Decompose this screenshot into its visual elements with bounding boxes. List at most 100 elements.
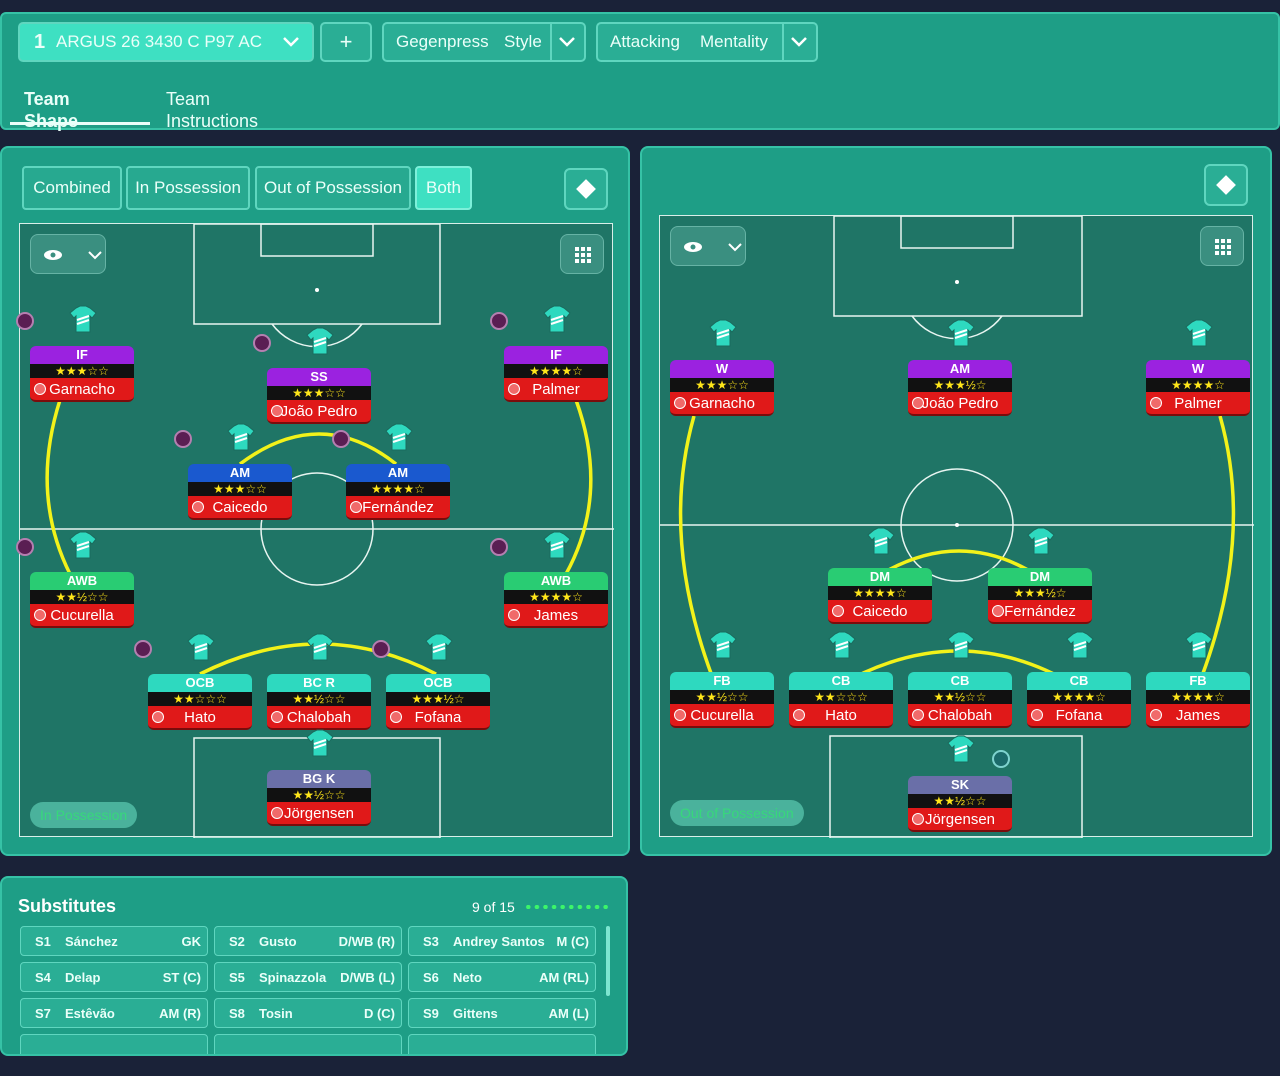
- player-card[interactable]: AM ★★★★☆ Fernández: [332, 423, 450, 520]
- active-tab-underline: [10, 122, 150, 125]
- player-card[interactable]: W ★★★☆☆ Garnacho: [670, 319, 774, 416]
- shirt-icon: [828, 631, 856, 659]
- player-name: Fofana: [1055, 707, 1103, 724]
- player-card[interactable]: IF ★★★☆☆ Garnacho: [16, 305, 134, 402]
- star-rating: ★★½☆☆: [670, 690, 774, 704]
- sub-position: AM (RL): [539, 970, 589, 985]
- tactic-name: ARGUS 26 3430 C P97 AC: [56, 32, 263, 51]
- role-label: FB: [670, 672, 774, 690]
- player-card[interactable]: BG K ★★½☆☆ Jörgensen: [267, 729, 371, 826]
- player-card[interactable]: AWB ★★★★☆ James: [490, 531, 608, 628]
- shirt-icon: [543, 305, 571, 333]
- player-card[interactable]: DM ★★★½☆ Fernández: [988, 527, 1092, 624]
- substitute-row[interactable]: [408, 1034, 596, 1054]
- player-status-icon: [34, 609, 46, 621]
- player-name: Fofana: [414, 709, 462, 726]
- player-card[interactable]: AM ★★★☆☆ Caicedo: [174, 423, 292, 520]
- player-name-bar: Fernández: [346, 496, 450, 520]
- sub-name: Andrey Santos: [453, 934, 545, 949]
- role-label: W: [670, 360, 774, 378]
- status-icon: [174, 430, 192, 448]
- role-label: AM: [908, 360, 1012, 378]
- player-card[interactable]: DM ★★★★☆ Caicedo: [828, 527, 932, 624]
- sub-name: Estêvão: [65, 1006, 115, 1021]
- player-card[interactable]: FB ★★★★☆ James: [1146, 631, 1250, 728]
- player-card[interactable]: CB ★★★★☆ Fofana: [1027, 631, 1131, 728]
- tactic-marker-button[interactable]: [564, 168, 608, 210]
- role-label: DM: [828, 568, 932, 586]
- star-rating: ★★★½☆: [908, 378, 1012, 392]
- player-name-bar: Hato: [789, 704, 893, 728]
- phase-label-in-possession: In Possession: [30, 802, 138, 828]
- substitute-row[interactable]: [214, 1034, 402, 1054]
- substitute-row[interactable]: S2 Gusto D/WB (R): [214, 926, 402, 956]
- visibility-toggle[interactable]: [30, 234, 106, 274]
- player-card[interactable]: OCB ★★☆☆☆ Hato: [134, 633, 252, 730]
- player-card[interactable]: AWB ★★½☆☆ Cucurella: [16, 531, 134, 628]
- status-icon: [332, 430, 350, 448]
- substitute-row[interactable]: S5 Spinazzola D/WB (L): [214, 962, 402, 992]
- substitute-row[interactable]: [20, 1034, 208, 1054]
- player-card[interactable]: SS ★★★☆☆ João Pedro: [253, 327, 371, 424]
- style-selector[interactable]: Gegenpress Style: [382, 22, 586, 62]
- star-rating: ★★★★☆: [828, 586, 932, 600]
- tactic-marker-button[interactable]: [1204, 164, 1248, 206]
- grid-view-button[interactable]: [560, 234, 604, 274]
- player-card[interactable]: BC R ★★½☆☆ Chalobah: [267, 633, 371, 730]
- substitute-row[interactable]: S9 Gittens AM (L): [408, 998, 596, 1028]
- status-icon: [372, 640, 390, 658]
- substitute-row[interactable]: S4 Delap ST (C): [20, 962, 208, 992]
- player-status-icon: [912, 397, 924, 409]
- player-name: Chalobah: [927, 707, 993, 724]
- view-toggle-in-possession[interactable]: In Possession: [126, 166, 250, 210]
- style-value: Gegenpress: [396, 32, 489, 51]
- player-card[interactable]: OCB ★★★½☆ Fofana: [372, 633, 490, 730]
- role-label: SK: [908, 776, 1012, 794]
- player-card[interactable]: IF ★★★★☆ Palmer: [490, 305, 608, 402]
- view-toggle-combined[interactable]: Combined: [22, 166, 122, 210]
- star-rating: ★★★★☆: [1146, 690, 1250, 704]
- star-rating: ★★★☆☆: [267, 386, 371, 400]
- player-status-icon: [508, 609, 520, 621]
- player-name-bar: Garnacho: [670, 392, 774, 416]
- view-toggle-both[interactable]: Both: [415, 166, 472, 210]
- add-tactic-button[interactable]: +: [320, 22, 372, 62]
- player-name: Hato: [184, 709, 216, 726]
- grid-view-button[interactable]: [1200, 226, 1244, 266]
- player-name: Fernández: [1004, 603, 1076, 620]
- player-card[interactable]: AM ★★★½☆ João Pedro: [908, 319, 1012, 416]
- scrollbar[interactable]: [606, 926, 610, 996]
- player-name: Cucurella: [690, 707, 754, 724]
- sub-position: D (C): [363, 1006, 395, 1021]
- player-name-bar: Cucurella: [30, 604, 134, 628]
- player-name: Caicedo: [852, 603, 908, 620]
- substitute-row[interactable]: S7 Estêvão AM (R): [20, 998, 208, 1028]
- add-label: +: [339, 29, 353, 54]
- substitute-row[interactable]: S3 Andrey Santos M (C): [408, 926, 596, 956]
- diamond-icon: [576, 179, 596, 199]
- player-name: Cucurella: [50, 607, 114, 624]
- player-name-bar: Cucurella: [670, 704, 774, 728]
- player-card[interactable]: CB ★★☆☆☆ Hato: [789, 631, 893, 728]
- star-rating: ★★½☆☆: [908, 690, 1012, 704]
- substitute-row[interactable]: S8 Tosin D (C): [214, 998, 402, 1028]
- visibility-toggle[interactable]: [670, 226, 746, 266]
- mentality-selector[interactable]: Attacking Mentality: [596, 22, 818, 62]
- role-label: CB: [1027, 672, 1131, 690]
- player-card[interactable]: FB ★★½☆☆ Cucurella: [670, 631, 774, 728]
- divider: [550, 24, 552, 60]
- tactic-selector[interactable]: 1 ARGUS 26 3430 C P97 AC: [18, 22, 314, 62]
- mentality-value: Attacking: [610, 32, 680, 51]
- player-card[interactable]: SK ★★½☆☆ Jörgensen: [908, 735, 1012, 832]
- substitute-row[interactable]: S6 Neto AM (RL): [408, 962, 596, 992]
- player-card[interactable]: CB ★★½☆☆ Chalobah: [908, 631, 1012, 728]
- player-card[interactable]: W ★★★★☆ Palmer: [1146, 319, 1250, 416]
- player-status-icon: [271, 711, 283, 723]
- divider: [782, 24, 784, 60]
- shirt-icon: [543, 531, 571, 559]
- shirt-icon: [947, 735, 975, 763]
- tab-team-instructions[interactable]: Team Instructions: [166, 88, 258, 131]
- sub-slot: S3: [423, 934, 439, 949]
- view-toggle-out-of-possession[interactable]: Out of Possession: [255, 166, 411, 210]
- substitute-row[interactable]: S1 Sánchez GK: [20, 926, 208, 956]
